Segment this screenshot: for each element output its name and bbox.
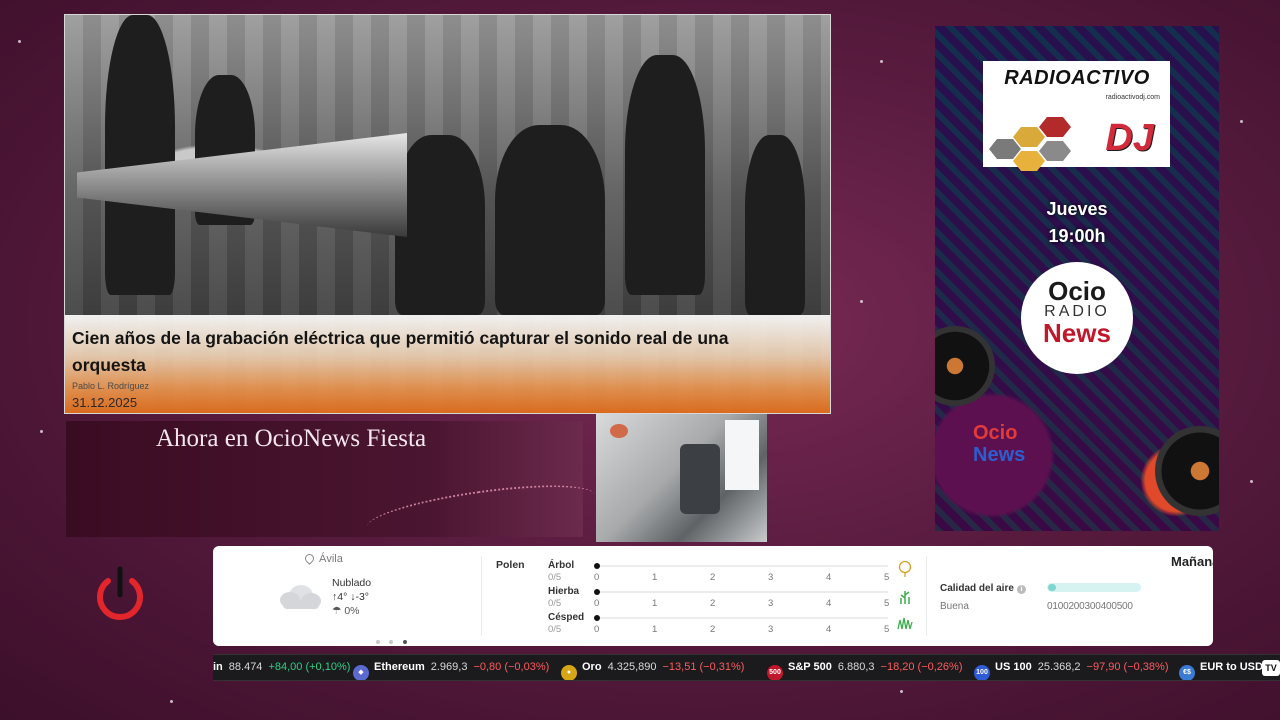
pollen-row-grass: Hierba 0/5 0 1 2 3 4 5 — [548, 586, 890, 609]
pollen-row-lawn: Césped 0/5 0 1 2 3 4 5 — [548, 612, 890, 635]
now-playing-text: Ahora en OcioNews Fiesta — [156, 425, 427, 452]
radio-banner[interactable]: RADIOACTIVO radioactivodj.com DJ Jueves … — [935, 26, 1219, 531]
ticker-item[interactable]: €$ EUR to USD — [1179, 661, 1263, 680]
cloud-icon — [280, 585, 321, 609]
radioactivo-logo: RADIOACTIVO radioactivodj.com DJ — [983, 61, 1170, 171]
ethereum-icon: ◆ — [353, 665, 369, 680]
umbrella-icon: ☂ — [332, 605, 342, 617]
carousel-dot-active[interactable] — [402, 640, 407, 644]
tree-icon — [898, 561, 912, 577]
pollen-row-tree: Árbol 0/5 0 1 2 3 4 5 — [548, 560, 890, 583]
weather-precipitation: ☂ 0% — [332, 605, 360, 617]
carousel-dots[interactable] — [376, 631, 412, 646]
show-schedule: Jueves 19:00h — [1046, 199, 1108, 246]
stock-ticker[interactable]: in 88.474 +84,00 (+0,10%) ◆ Ethereum 2.969,3… — [213, 654, 1280, 681]
air-quality-label: Calidad del aire i — [940, 583, 1026, 594]
now-playing-panel: Ahora en OcioNews Fiesta — [66, 421, 598, 547]
us100-icon: 100 — [974, 665, 990, 680]
weather-widget[interactable]: Ávila Nublado ↑4° ↓-3° ☂ 0% Polen Árbol … — [213, 546, 1213, 646]
grass-icon — [900, 591, 910, 604]
weather-temperature: ↑4° ↓-3° — [332, 591, 370, 603]
carousel-dot[interactable] — [376, 640, 380, 644]
ticker-item[interactable]: 100 US 100 25.368,2 −97,90 (−0,38%) — [974, 661, 1168, 680]
ticker-item[interactable]: ● Oro 4.325,890 −13,51 (−0,31%) — [561, 661, 744, 680]
ticker-item[interactable]: in 88.474 +84,00 (+0,10%) — [213, 661, 350, 673]
info-icon[interactable]: i — [1016, 585, 1026, 594]
lawn-icon — [897, 617, 913, 630]
power-icon[interactable] — [92, 565, 148, 625]
gold-icon: ● — [561, 665, 577, 680]
news-author: Pablo L. Rodríguez — [72, 381, 150, 391]
air-quality-bar — [1047, 583, 1141, 592]
weather-condition: Nublado — [332, 577, 372, 589]
carousel-dot[interactable] — [389, 640, 394, 644]
glow-trail — [364, 475, 598, 547]
ocio-news-mini-logo: Ocio News — [973, 422, 1026, 466]
news-title[interactable]: Cien años de la grabación eléctrica que … — [72, 325, 792, 379]
video-thumbnail[interactable] — [596, 414, 767, 542]
news-caption: Cien años de la grabación eléctrica que … — [65, 315, 830, 413]
eurusd-icon: €$ — [1179, 665, 1195, 680]
pollen-title: Polen — [496, 559, 525, 571]
location-pin-icon — [303, 552, 316, 565]
tomorrow-tab[interactable]: Mañana — [1171, 554, 1213, 569]
ocio-radio-news-logo: Ocio RADIO News — [1021, 262, 1133, 374]
tradingview-logo[interactable]: TV — [1262, 660, 1280, 676]
sp500-icon: 500 — [767, 665, 783, 680]
news-date: 31.12.2025 — [72, 395, 138, 410]
air-quality-status: Buena — [940, 601, 969, 612]
weather-location[interactable]: Ávila — [303, 552, 343, 565]
ticker-item[interactable]: ◆ Ethereum 2.969,3 −0,80 (−0,03%) — [353, 661, 549, 680]
news-card[interactable]: Cien años de la grabación eléctrica que … — [64, 14, 831, 414]
ticker-item[interactable]: 500 S&P 500 6.880,3 −18,20 (−0,26%) — [767, 661, 962, 680]
air-quality-scale: 0100200300400500 — [1047, 601, 1133, 612]
